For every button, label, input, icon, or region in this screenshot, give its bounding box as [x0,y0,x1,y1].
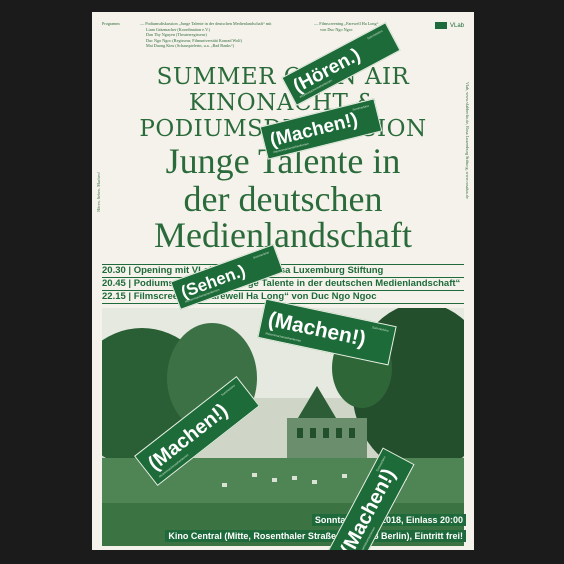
logo-text: VLab [449,22,464,29]
headline-line-2: KINONACHT & [188,90,378,116]
headline-line-6: Medienlandschaft [154,215,412,255]
sticker-hash: Sommerkino [220,383,236,397]
vlab-logo-icon [434,22,447,29]
footer-venue: Kino Central (Mitte, Rosenthaler Straße … [165,530,466,542]
film-line: von Duc Ngo Ngoc [320,26,353,32]
vlab-logo: VLab [434,22,464,29]
footer-date: Sonntag, 08.07.2018, Einlass 20:00 [311,514,466,526]
program-lines: — Podiumsdiskussion „Junge Talente in de… [140,21,310,49]
program-line: Mai Duong Kieu (Schauspielerin, u.a. „Ba… [146,43,235,49]
film-lines: — Filmscreening „Farewell Ha Long“ von D… [314,21,414,32]
headline-line-5: der deutschen [183,179,383,219]
sticker-hash: Sommerkino [252,250,270,260]
photo-illustration [102,308,464,546]
sticker-hash: Sommerkino [366,28,384,41]
programm-label: Programm [102,21,120,26]
building-photo [102,308,464,546]
sticker-hash: Sommerkino [371,325,390,333]
poster: Programm — Podiumsdiskussion „Junge Tale… [92,12,474,550]
schedule-row: 20.45 | Podiumsdiskussion „Junge Talente… [102,278,464,291]
